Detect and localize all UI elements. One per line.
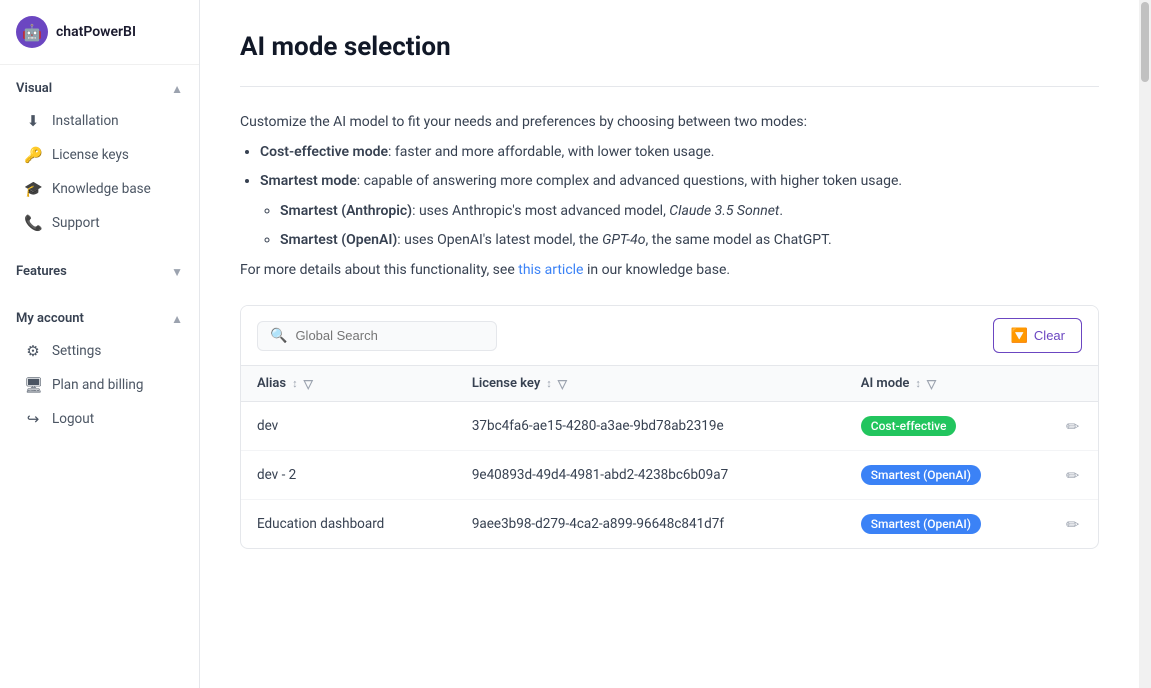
sub-bullet2-end: , the same model as ChatGPT. <box>646 232 832 248</box>
aimode-filter-icon[interactable]: ▽ <box>927 377 936 391</box>
edit-icon[interactable]: ✏ <box>1066 466 1079 485</box>
alias-filter-icon[interactable]: ▽ <box>304 377 313 391</box>
alias-cell: dev <box>241 402 456 451</box>
main-content: AI mode selection Customize the AI model… <box>200 0 1139 688</box>
table-row: Education dashboard 9aee3b98-d279-4ca2-a… <box>241 500 1098 549</box>
chevron-up-icon: ▲ <box>171 82 183 96</box>
sub-bullet1-italic: Claude 3.5 Sonnet <box>669 203 779 219</box>
alias-cell: Education dashboard <box>241 500 456 549</box>
table-row: dev - 2 9e40893d-49d4-4981-abd2-4238bc6b… <box>241 451 1098 500</box>
footer-text-before: For more details about this functionalit… <box>240 262 518 278</box>
sidebar-item-settings[interactable]: ⚙ Settings <box>0 334 199 368</box>
download-icon: ⬇ <box>24 112 42 130</box>
sidebar-myaccount-section: My account ▲ ⚙ Settings 🖥 Plan and billi… <box>0 295 199 444</box>
sidebar-item-license-keys[interactable]: 🔑 License keys <box>0 138 199 172</box>
bullet1-bold: Cost-effective mode <box>260 144 388 160</box>
sidebar-item-plan-billing[interactable]: 🖥 Plan and billing <box>0 368 199 402</box>
sidebar-section-features[interactable]: Features ▼ <box>0 256 199 287</box>
table-body: dev 37bc4fa6-ae15-4280-a3ae-9bd78ab2319e… <box>241 402 1098 549</box>
clear-filter-icon: 🔽 <box>1010 327 1027 344</box>
clear-button-label: Clear <box>1034 328 1065 343</box>
this-article-link[interactable]: this article <box>518 262 583 278</box>
billing-icon: 🖥 <box>24 376 42 394</box>
sub-bullet-openai: Smartest (OpenAI): uses OpenAI's latest … <box>280 229 1099 251</box>
sidebar-visual-section: Visual ▲ ⬇ Installation 🔑 License keys 🎓… <box>0 65 199 248</box>
sub-bullet1-bold: Smartest (Anthropic) <box>280 203 412 219</box>
sub-bullet2-rest: : uses OpenAI's latest model, the <box>397 232 602 248</box>
ai-mode-cell: Smartest (OpenAI) <box>845 451 1050 500</box>
sidebar-item-installation[interactable]: ⬇ Installation <box>0 104 199 138</box>
col-actions <box>1050 366 1098 402</box>
sub-bullet-anthropic: Smartest (Anthropic): uses Anthropic's m… <box>280 200 1099 222</box>
sidebar-section-visual[interactable]: Visual ▲ <box>0 73 199 104</box>
logo-icon: 🤖 <box>16 16 48 48</box>
search-input[interactable] <box>295 328 484 343</box>
key-icon: 🔑 <box>24 146 42 164</box>
sidebar-section-myaccount[interactable]: My account ▲ <box>0 303 199 334</box>
chevron-down-icon: ▼ <box>171 265 183 279</box>
clear-button[interactable]: 🔽 Clear <box>993 318 1082 353</box>
sidebar-item-knowledge-base[interactable]: 🎓 Knowledge base <box>0 172 199 206</box>
bullet-smartest: Smartest mode: capable of answering more… <box>260 170 1099 251</box>
phone-icon: 📞 <box>24 214 42 232</box>
license-sort-icon[interactable]: ↕ <box>546 377 552 390</box>
license-key-cell: 9e40893d-49d4-4981-abd2-4238bc6b09a7 <box>456 451 845 500</box>
description-intro: Customize the AI model to fit your needs… <box>240 111 1099 133</box>
app-logo: 🤖 chatPowerBI <box>0 0 199 65</box>
license-key-cell: 37bc4fa6-ae15-4280-a3ae-9bd78ab2319e <box>456 402 845 451</box>
sub-bullet2-bold: Smartest (OpenAI) <box>280 232 397 248</box>
actions-cell: ✏ <box>1050 451 1098 500</box>
search-icon: 🔍 <box>270 328 287 344</box>
sidebar: 🤖 chatPowerBI Visual ▲ ⬇ Installation 🔑 … <box>0 0 200 688</box>
sidebar-item-support[interactable]: 📞 Support <box>0 206 199 240</box>
bullet-cost-effective: Cost-effective mode: faster and more aff… <box>260 141 1099 163</box>
scrollbar-track[interactable] <box>1139 0 1151 688</box>
status-badge: Smartest (OpenAI) <box>861 514 981 534</box>
logout-icon: ↪ <box>24 410 42 428</box>
table-container: 🔍 🔽 Clear Alias ↕ ▽ <box>240 305 1099 549</box>
table-header: Alias ↕ ▽ License key ↕ ▽ <box>241 366 1098 402</box>
col-license-key: License key ↕ ▽ <box>456 366 845 402</box>
description-block: Customize the AI model to fit your needs… <box>240 111 1099 281</box>
sub-bullet2-italic: GPT-4o <box>602 232 645 248</box>
ai-mode-cell: Smartest (OpenAI) <box>845 500 1050 549</box>
aimode-sort-icon[interactable]: ↕ <box>915 377 921 390</box>
sub-bullet1-rest: : uses Anthropic's most advanced model, <box>412 203 669 219</box>
table-toolbar: 🔍 🔽 Clear <box>241 306 1098 366</box>
ai-mode-cell: Cost-effective <box>845 402 1050 451</box>
actions-cell: ✏ <box>1050 402 1098 451</box>
status-badge: Cost-effective <box>861 416 957 436</box>
footer-text-after: in our knowledge base. <box>583 262 730 278</box>
edit-icon[interactable]: ✏ <box>1066 515 1079 534</box>
chevron-up-icon-myaccount: ▲ <box>171 312 183 326</box>
sidebar-features-section: Features ▼ <box>0 248 199 295</box>
description-list: Cost-effective mode: faster and more aff… <box>260 141 1099 251</box>
edit-icon[interactable]: ✏ <box>1066 417 1079 436</box>
ai-mode-table: Alias ↕ ▽ License key ↕ ▽ <box>241 366 1098 548</box>
license-filter-icon[interactable]: ▽ <box>558 377 567 391</box>
divider <box>240 86 1099 87</box>
bullet1-rest: : faster and more affordable, with lower… <box>388 144 714 160</box>
actions-cell: ✏ <box>1050 500 1098 549</box>
scrollbar-thumb[interactable] <box>1141 2 1149 82</box>
license-key-cell: 9aee3b98-d279-4ca2-a899-96648c841d7f <box>456 500 845 549</box>
search-wrapper: 🔍 <box>257 321 497 351</box>
smartest-sub-list: Smartest (Anthropic): uses Anthropic's m… <box>280 200 1099 251</box>
bullet2-bold: Smartest mode <box>260 173 357 189</box>
bullet2-rest: : capable of answering more complex and … <box>357 173 902 189</box>
col-ai-mode: AI mode ↕ ▽ <box>845 366 1050 402</box>
status-badge: Smartest (OpenAI) <box>861 465 981 485</box>
page-title: AI mode selection <box>240 32 1099 62</box>
knowledge-icon: 🎓 <box>24 180 42 198</box>
col-alias: Alias ↕ ▽ <box>241 366 456 402</box>
footer-text: For more details about this functionalit… <box>240 259 1099 281</box>
app-name: chatPowerBI <box>56 24 136 40</box>
gear-icon: ⚙ <box>24 342 42 360</box>
table-row: dev 37bc4fa6-ae15-4280-a3ae-9bd78ab2319e… <box>241 402 1098 451</box>
sidebar-item-logout[interactable]: ↪ Logout <box>0 402 199 436</box>
sub-bullet1-end: . <box>779 203 783 219</box>
alias-cell: dev - 2 <box>241 451 456 500</box>
alias-sort-icon[interactable]: ↕ <box>292 377 298 390</box>
